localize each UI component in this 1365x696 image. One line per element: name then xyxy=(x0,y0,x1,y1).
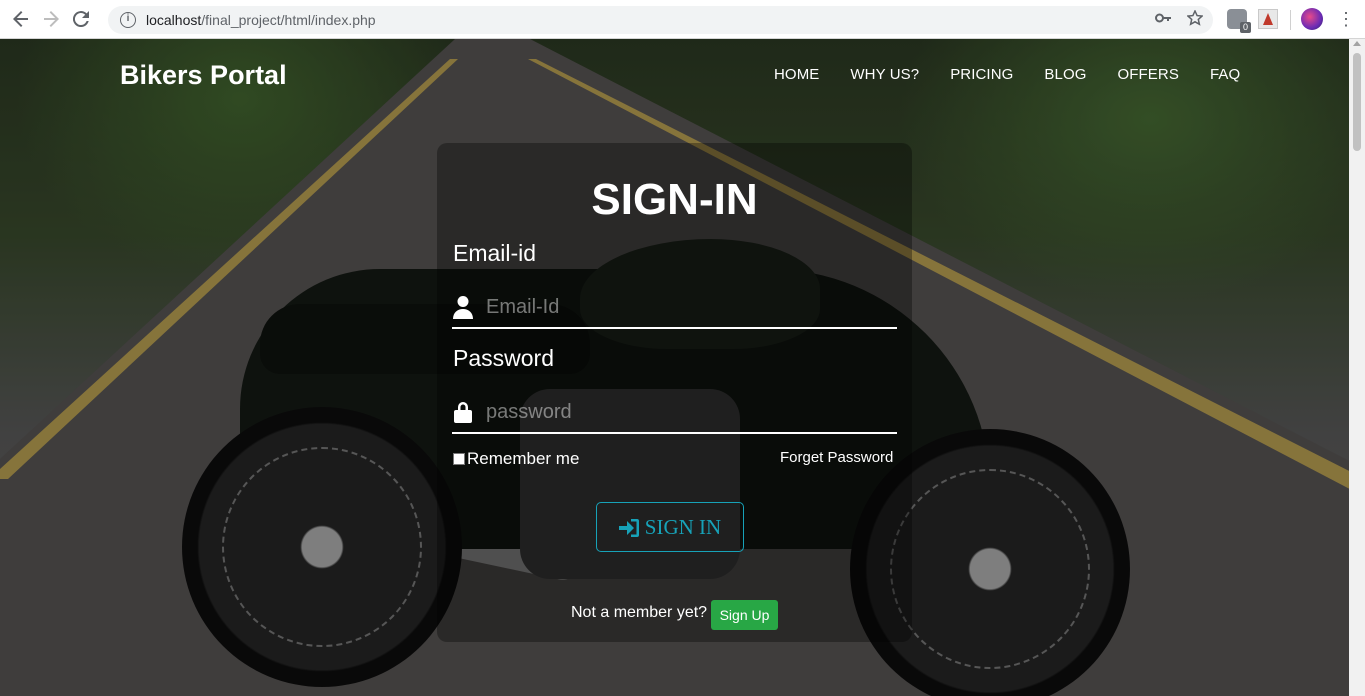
user-icon xyxy=(453,295,473,319)
profile-avatar[interactable] xyxy=(1301,8,1323,30)
not-member-text: Not a member yet? xyxy=(571,604,708,621)
nav-item-home[interactable]: HOME xyxy=(774,66,819,83)
address-bar[interactable]: i localhost/final_project/html/index.php xyxy=(108,6,1213,34)
nav-item-offers[interactable]: OFFERS xyxy=(1118,66,1179,83)
remember-checkbox[interactable] xyxy=(453,453,465,465)
page-scrollbar[interactable] xyxy=(1349,39,1365,696)
forgot-password-link[interactable]: Forget Password xyxy=(780,449,893,466)
brand-logo[interactable]: Bikers Portal xyxy=(120,60,287,91)
remember-label: Remember me xyxy=(467,449,580,468)
extension-icon[interactable]: 0 xyxy=(1227,9,1251,33)
remember-me[interactable]: Remember me xyxy=(453,449,579,469)
signin-button-label: SIGN IN xyxy=(644,514,722,539)
signin-title: SIGN-IN xyxy=(591,175,758,224)
signup-button[interactable]: Sign Up xyxy=(711,600,778,630)
password-field xyxy=(452,390,897,434)
nav-item-blog[interactable]: BLOG xyxy=(1044,66,1086,83)
main-nav: HOME WHY US? PRICING BLOG OFFERS FAQ xyxy=(774,66,1271,83)
lock-icon xyxy=(453,400,473,424)
url-text[interactable]: localhost/final_project/html/index.php xyxy=(146,12,376,28)
back-icon[interactable] xyxy=(6,4,36,34)
scrollbar-thumb[interactable] xyxy=(1353,53,1361,151)
signin-card: SIGN-IN Email-id Password Remember me Fo… xyxy=(437,143,912,642)
email-input[interactable] xyxy=(486,291,886,323)
key-icon[interactable] xyxy=(1155,10,1171,31)
nav-item-faq[interactable]: FAQ xyxy=(1210,66,1240,83)
sign-in-icon xyxy=(618,518,639,537)
extension-badge: 0 xyxy=(1240,22,1251,33)
menu-dots-icon[interactable]: ⋮ xyxy=(1337,9,1355,29)
info-icon[interactable]: i xyxy=(120,12,136,28)
star-icon[interactable] xyxy=(1186,9,1204,31)
toolbar-divider xyxy=(1290,10,1291,30)
signin-button[interactable]: SIGN IN xyxy=(596,502,744,552)
nav-item-pricing[interactable]: PRICING xyxy=(950,66,1013,83)
pdf-extension-icon[interactable] xyxy=(1258,9,1278,29)
email-label: Email-id xyxy=(453,240,537,266)
reload-icon[interactable] xyxy=(66,4,96,34)
url-host: localhost xyxy=(146,12,202,28)
url-path: /final_project/html/index.php xyxy=(201,12,376,28)
scroll-up-icon[interactable] xyxy=(1353,41,1361,46)
page-viewport: Bikers Portal HOME WHY US? PRICING BLOG … xyxy=(0,39,1365,696)
browser-toolbar: i localhost/final_project/html/index.php… xyxy=(0,0,1365,39)
nav-item-why-us[interactable]: WHY US? xyxy=(850,66,919,83)
email-field xyxy=(452,285,897,329)
password-label: Password xyxy=(453,345,554,371)
forward-icon[interactable] xyxy=(36,4,66,34)
password-input[interactable] xyxy=(486,396,886,428)
